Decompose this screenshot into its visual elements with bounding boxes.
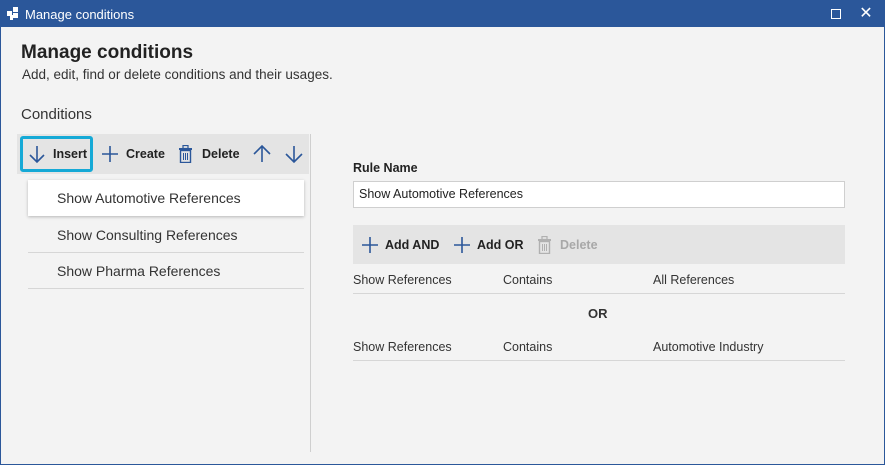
condition-value: Automotive Industry bbox=[653, 340, 764, 354]
arrow-up-icon bbox=[253, 144, 271, 162]
app-icon bbox=[7, 7, 20, 20]
add-or-button[interactable]: Add OR bbox=[453, 225, 524, 264]
list-item-label: Show Consulting References bbox=[57, 226, 238, 243]
conditions-toolbar: Insert Create Delete bbox=[17, 134, 309, 174]
add-and-button[interactable]: Add AND bbox=[361, 225, 439, 264]
page-title: Manage conditions bbox=[21, 42, 194, 63]
list-item-label: Show Pharma References bbox=[57, 262, 221, 279]
insert-button[interactable]: Insert bbox=[20, 136, 93, 172]
list-item-label: Show Automotive References bbox=[57, 190, 241, 206]
create-button[interactable]: Create bbox=[101, 134, 165, 174]
arrow-down-icon bbox=[285, 146, 303, 164]
maximize-icon bbox=[831, 9, 841, 19]
condition-operator: Contains bbox=[503, 340, 553, 354]
delete-label: Delete bbox=[202, 147, 240, 161]
rule-name-input[interactable]: Show Automotive References bbox=[353, 181, 845, 208]
condition-row[interactable]: Show References Contains All References bbox=[353, 265, 845, 294]
add-or-label: Add OR bbox=[477, 237, 524, 252]
create-label: Create bbox=[126, 147, 165, 161]
add-and-label: Add AND bbox=[385, 237, 440, 252]
trash-icon bbox=[179, 145, 192, 163]
rule-delete-label: Delete bbox=[560, 237, 598, 252]
trash-icon bbox=[538, 235, 551, 254]
rule-delete-button[interactable]: Delete bbox=[537, 225, 598, 264]
list-item-show-pharma-references[interactable]: Show Pharma References bbox=[28, 253, 304, 289]
condition-row[interactable]: Show References Contains Automotive Indu… bbox=[353, 332, 845, 361]
arrow-down-icon bbox=[29, 146, 45, 164]
delete-button[interactable]: Delete bbox=[178, 134, 240, 174]
condition-field: Show References bbox=[353, 273, 452, 287]
title-bar: Manage conditions ✕ bbox=[1, 1, 884, 27]
condition-value: All References bbox=[653, 273, 735, 287]
plus-icon bbox=[454, 236, 470, 253]
page-subtitle: Add, edit, find or delete conditions and… bbox=[22, 67, 333, 82]
condition-operator: Contains bbox=[503, 273, 553, 287]
rule-toolbar: Add AND Add OR Delete bbox=[353, 225, 845, 264]
manage-conditions-window: Manage conditions ✕ Manage conditions Ad… bbox=[0, 0, 885, 465]
list-item-show-consulting-references[interactable]: Show Consulting References bbox=[28, 217, 304, 253]
maximize-button[interactable] bbox=[821, 1, 851, 27]
plus-icon bbox=[102, 146, 118, 162]
close-icon: ✕ bbox=[859, 5, 873, 22]
or-separator: OR bbox=[588, 306, 608, 321]
insert-label: Insert bbox=[53, 147, 88, 161]
close-button[interactable]: ✕ bbox=[851, 1, 881, 27]
window-title: Manage conditions bbox=[25, 7, 135, 22]
plus-icon bbox=[362, 236, 378, 253]
move-down-button[interactable] bbox=[285, 134, 303, 174]
rule-name-label: Rule Name bbox=[353, 161, 418, 175]
panel-divider bbox=[310, 134, 311, 452]
list-item-show-automotive-references[interactable]: Show Automotive References bbox=[28, 180, 304, 216]
move-up-button[interactable] bbox=[253, 134, 271, 174]
conditions-section-label: Conditions bbox=[21, 106, 92, 123]
conditions-list: Show Automotive References Show Consulti… bbox=[28, 180, 304, 289]
condition-field: Show References bbox=[353, 340, 452, 354]
